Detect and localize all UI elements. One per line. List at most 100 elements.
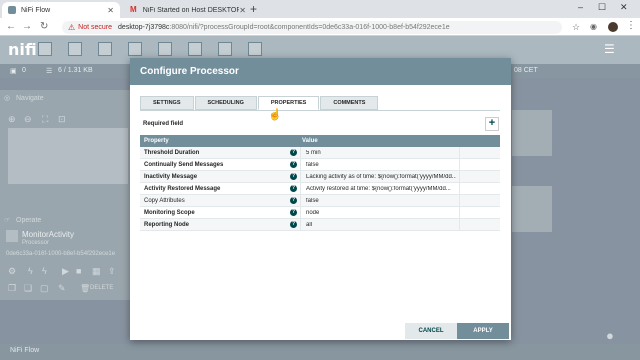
zoom-out-icon[interactable]: ⊖ (24, 114, 32, 125)
gmail-icon: M (130, 5, 137, 14)
configure-icon[interactable]: ⚙ (8, 266, 16, 277)
tab-scheduling[interactable]: SCHEDULING (194, 96, 257, 110)
avatar[interactable] (608, 22, 618, 32)
window-close-icon[interactable]: ✕ (620, 2, 628, 13)
help-bubble-icon[interactable]: ● (606, 328, 614, 343)
global-menu-icon[interactable]: ☰ (604, 42, 615, 56)
help-icon[interactable]: ? (290, 197, 297, 204)
extension-icon[interactable]: ◉ (590, 21, 597, 33)
delete-button[interactable]: DELETE (90, 285, 113, 291)
table-row[interactable]: Monitoring Scope? node (140, 207, 500, 219)
breadcrumb-root[interactable]: NiFi Flow (10, 347, 39, 354)
birdseye-view[interactable] (8, 128, 128, 184)
paste-icon[interactable]: ❏ (24, 283, 32, 294)
navigate-title: Navigate (16, 95, 44, 102)
template-icon[interactable]: ▦ (92, 266, 101, 277)
table-row[interactable]: Threshold Duration? 5 min (140, 147, 500, 159)
column-divider (459, 219, 460, 231)
url-text: desktop-7j3798c:8080/nifi/?processGroupI… (118, 24, 450, 31)
cancel-button[interactable]: CANCEL (405, 323, 457, 339)
star-icon[interactable]: ☆ (572, 21, 580, 33)
operate-icon: ☞ (4, 217, 11, 224)
help-icon[interactable]: ? (290, 149, 297, 156)
property-value[interactable]: Activity restored at time: ${now():forma… (306, 186, 456, 192)
column-divider (300, 207, 301, 219)
reload-icon[interactable]: ↻ (40, 21, 48, 33)
property-value[interactable]: Lacking activity as of time: ${now():for… (306, 174, 456, 180)
column-divider (459, 195, 460, 207)
tab-title: NiFi Flow (21, 6, 51, 14)
maximize-icon[interactable]: ☐ (598, 2, 606, 13)
add-property-button[interactable]: + (485, 117, 499, 131)
tab-divider (140, 110, 500, 111)
input-port-tool-icon[interactable] (68, 42, 82, 56)
table-row[interactable]: Reporting Node? all (140, 219, 500, 231)
actual-size-icon[interactable]: ⊡ (58, 114, 66, 125)
processor-tool-icon[interactable] (38, 42, 52, 56)
apply-button[interactable]: APPLY (457, 323, 509, 339)
new-tab-icon[interactable]: + (250, 2, 257, 16)
active-threads: 0 (22, 67, 26, 74)
copy-icon[interactable]: ❐ (8, 283, 16, 294)
table-row[interactable]: Activity Restored Message? Activity resto… (140, 183, 500, 195)
table-row[interactable]: Copy Attributes? false (140, 195, 500, 207)
help-icon[interactable]: ? (290, 185, 297, 192)
column-value[interactable]: Value (302, 138, 318, 144)
tab-settings[interactable]: SETTINGS (140, 96, 194, 110)
property-name: Activity Restored Message (144, 186, 221, 192)
address-bar[interactable]: ⚠ Not secure desktop-7j3798c:8080/nifi/?… (62, 21, 562, 34)
help-icon[interactable]: ? (290, 173, 297, 180)
minimize-icon[interactable]: – (578, 2, 583, 12)
table-row[interactable]: Inactivity Message? Lacking activity as o… (140, 171, 500, 183)
output-port-tool-icon[interactable] (98, 42, 112, 56)
forward-icon[interactable]: → (22, 21, 32, 33)
zoom-in-icon[interactable]: ⊕ (8, 114, 16, 125)
browser-tab-nifi-flow[interactable]: NiFi Flow ✕ (2, 2, 120, 18)
browser-tab-gmail[interactable]: M NiFi Started on Host DESKTOP-7 ✕ (124, 2, 252, 18)
funnel-tool-icon[interactable] (188, 42, 202, 56)
disable-icon[interactable]: ϟ (42, 266, 47, 276)
help-icon[interactable]: ? (290, 209, 297, 216)
nifi-favicon-icon (8, 6, 16, 14)
table-row[interactable]: Continually Send Messages? false (140, 159, 500, 171)
property-name: Threshold Duration (144, 150, 200, 156)
background-processor-card[interactable] (512, 110, 552, 156)
delete-icon[interactable]: 🗑 (80, 284, 90, 293)
mouse-cursor-icon: ☝ (268, 109, 282, 121)
tab-comments[interactable]: COMMENTS (320, 96, 379, 110)
process-group-tool-icon[interactable] (128, 42, 142, 56)
more-menu-icon[interactable]: ⋮ (626, 20, 636, 31)
column-divider (459, 171, 460, 183)
upload-icon[interactable]: ⇪ (108, 266, 116, 277)
dialog-title: Configure Processor (130, 58, 511, 85)
property-value[interactable]: 5 min (306, 150, 456, 156)
property-value[interactable]: false (306, 198, 456, 204)
group-icon[interactable]: ▢ (40, 283, 49, 294)
template-tool-icon[interactable] (218, 42, 232, 56)
security-status: Not secure (78, 24, 113, 31)
close-tab-icon[interactable]: ✕ (239, 6, 246, 15)
navigate-operate-palette: ◎ Navigate ⊕ ⊖ ⛶ ⊡ ☞ Operate MonitorActi… (0, 90, 130, 300)
browser-toolbar: ← → ↻ ⚠ Not secure desktop-7j3798c:8080/… (0, 18, 640, 36)
column-divider (300, 171, 301, 183)
url-path: :8080/nifi/?processGroupId=root&componen… (169, 24, 450, 31)
start-icon[interactable]: ▶ (62, 266, 69, 277)
column-property[interactable]: Property (144, 138, 169, 144)
property-value[interactable]: node (306, 210, 456, 216)
background-processor-card[interactable] (512, 186, 552, 232)
remote-group-tool-icon[interactable] (158, 42, 172, 56)
color-icon[interactable]: ✎ (58, 283, 66, 294)
stop-icon[interactable]: ■ (76, 266, 81, 276)
label-tool-icon[interactable] (248, 42, 262, 56)
property-value[interactable]: false (306, 162, 456, 168)
column-divider (459, 183, 460, 195)
property-value[interactable]: all (306, 222, 456, 228)
help-icon[interactable]: ? (290, 161, 297, 168)
fit-icon[interactable]: ⛶ (42, 114, 48, 125)
active-threads-icon: ▣ (10, 68, 17, 75)
enable-icon[interactable]: ϟ (28, 266, 33, 276)
help-icon[interactable]: ? (290, 221, 297, 228)
close-tab-icon[interactable]: ✕ (107, 6, 114, 15)
queued-icon: ☰ (46, 68, 53, 75)
back-icon[interactable]: ← (6, 21, 16, 33)
